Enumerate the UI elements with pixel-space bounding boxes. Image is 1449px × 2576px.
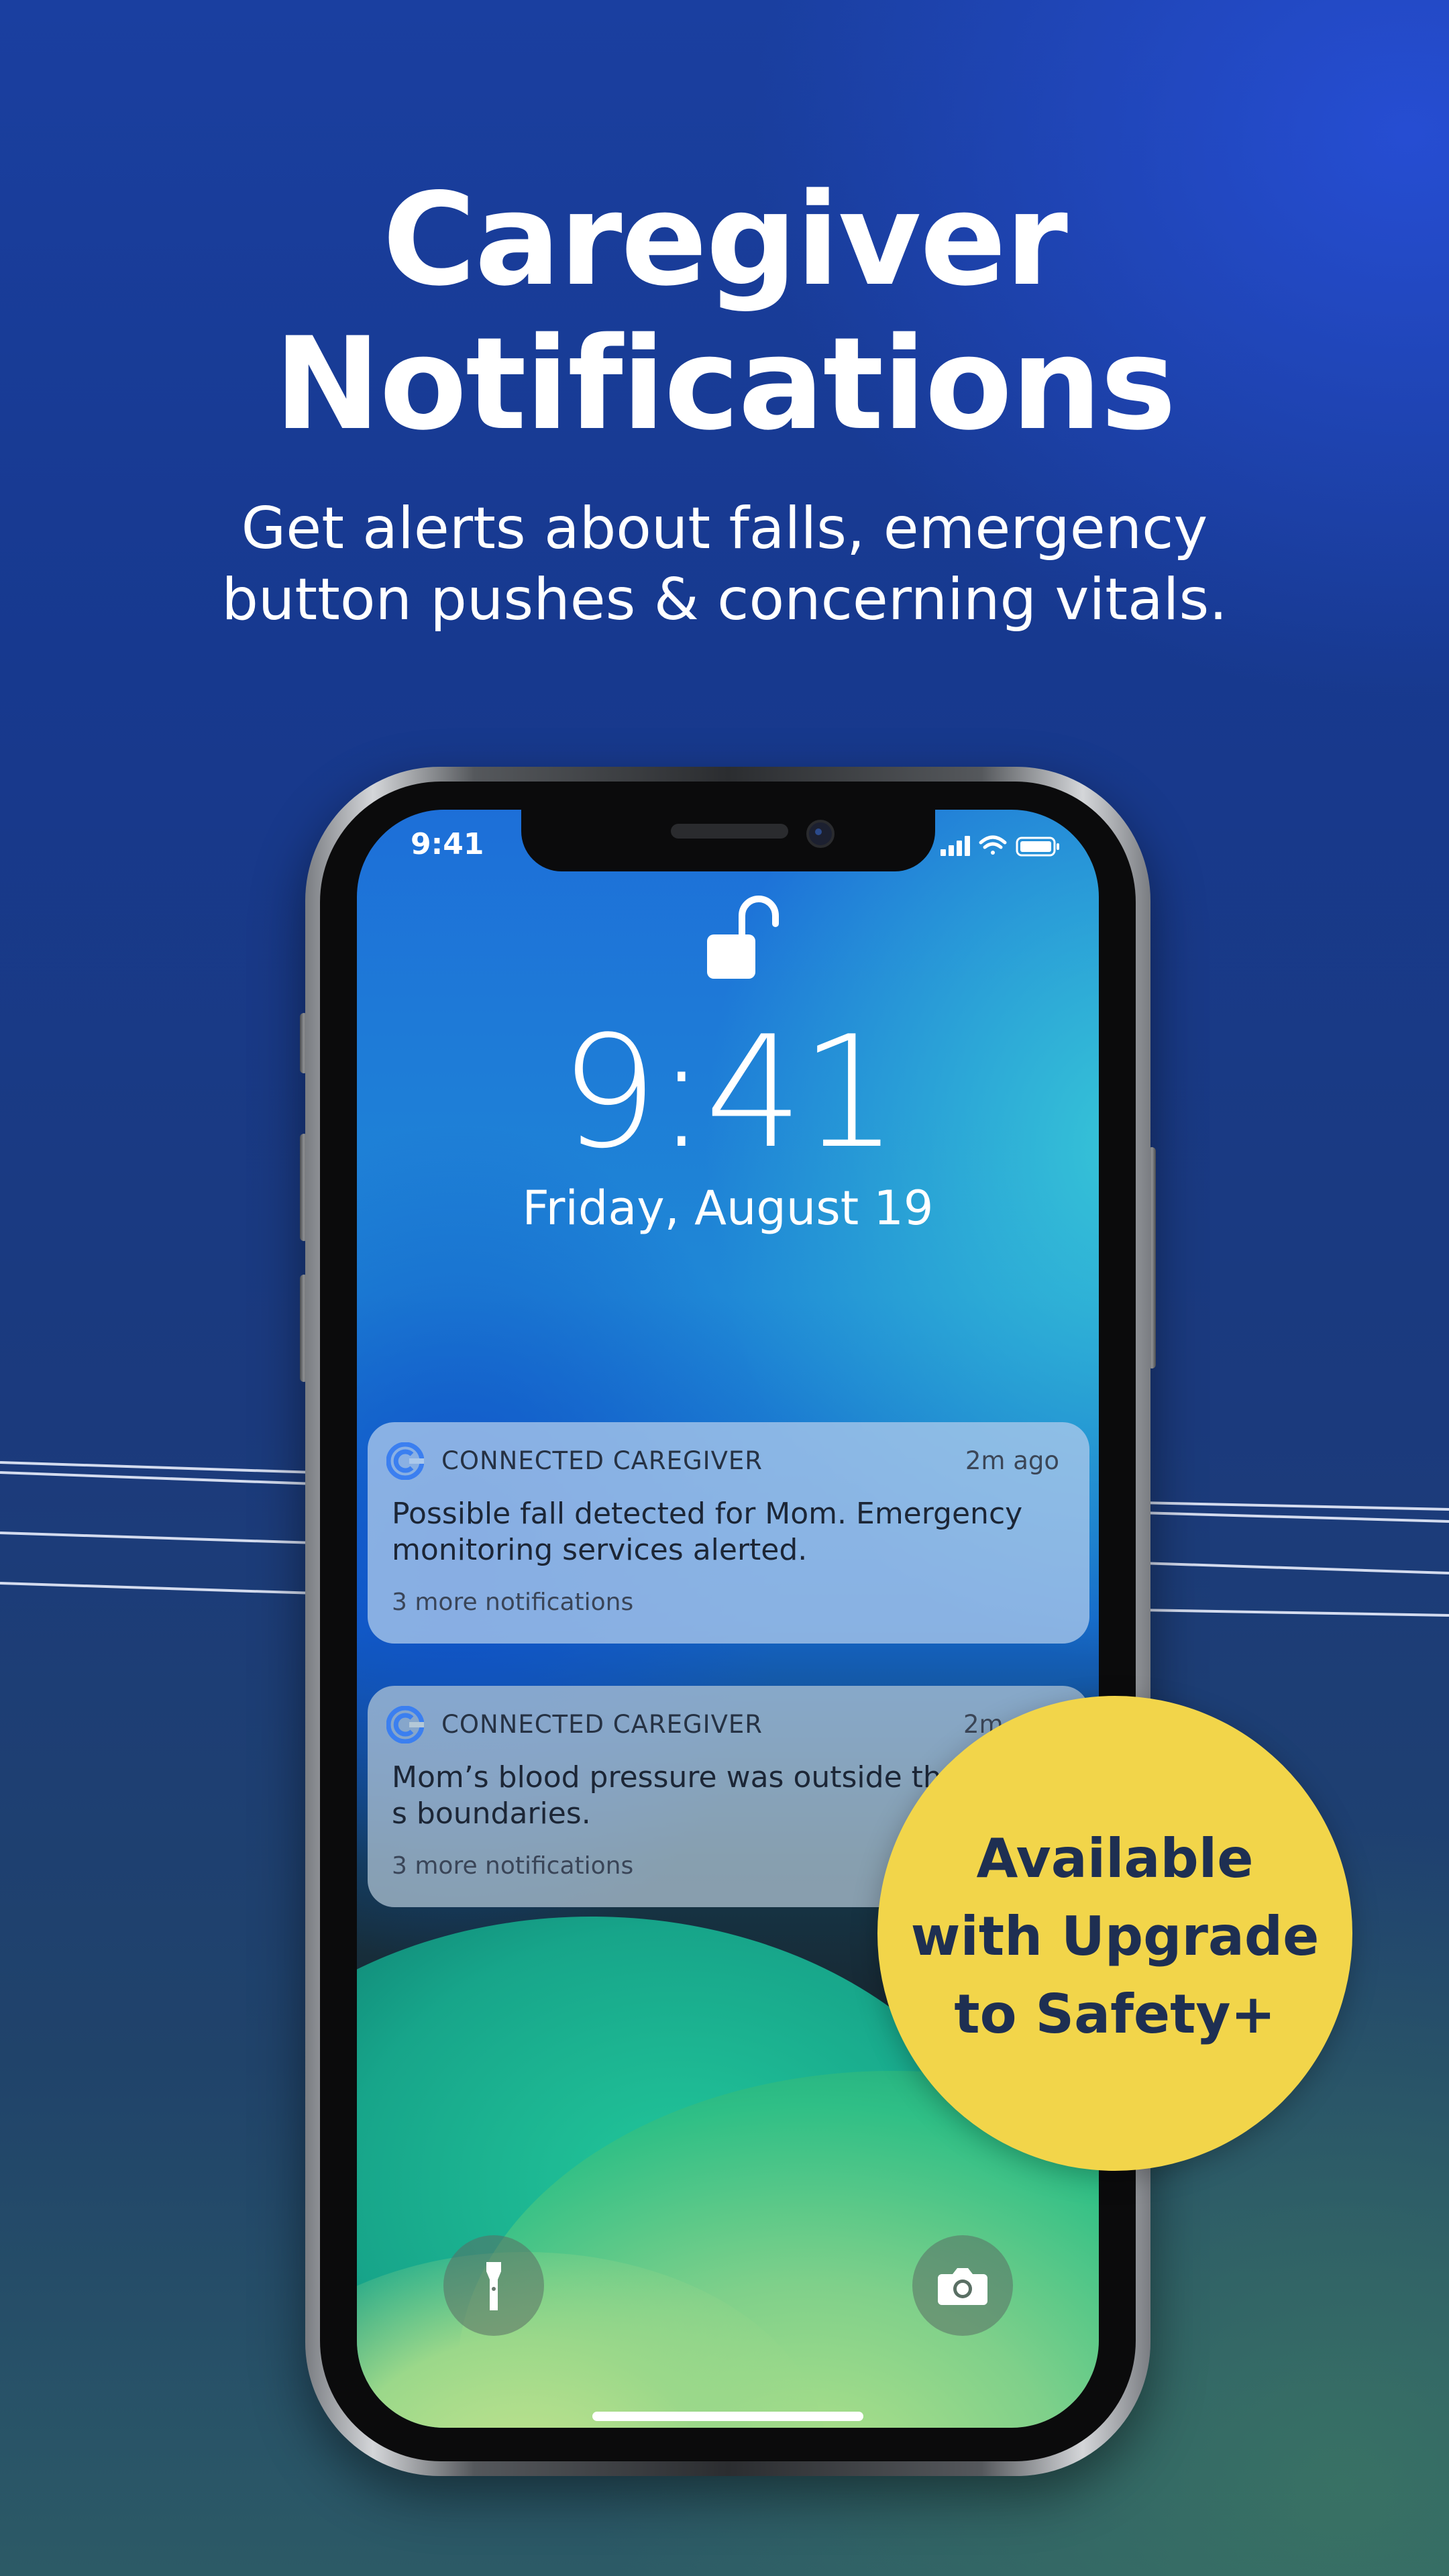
badge-line-1: Available <box>976 1827 1254 1890</box>
subheadline-line-2: button pushes & concerning vitals. <box>221 566 1228 633</box>
camera-button[interactable] <box>912 2235 1013 2336</box>
notification-app-name: CONNECTED CAREGIVER <box>441 1710 763 1739</box>
subheadline-line-1: Get alerts about falls, emergency <box>241 495 1208 562</box>
notification-more-count[interactable]: 3 more notifications <box>392 1589 633 1616</box>
badge-line-3: to Safety+ <box>954 1983 1276 2045</box>
earpiece-speaker <box>671 824 788 839</box>
headline: Caregiver Notifications <box>0 168 1449 456</box>
camera-icon <box>938 2268 987 2305</box>
lock-open-icon <box>707 896 779 979</box>
status-bar-icons <box>941 835 1059 857</box>
status-bar-time: 9:41 <box>411 827 484 861</box>
subheadline: Get alerts about falls, emergency button… <box>0 493 1449 635</box>
lock-screen-date: Friday, August 19 <box>522 1181 934 1236</box>
upgrade-badge-text: Available with Upgrade to Safety+ <box>877 1820 1352 2053</box>
wifi-icon <box>979 835 1007 855</box>
signal-icon <box>941 836 970 856</box>
flashlight-icon <box>486 2262 501 2310</box>
headline-line-2: Notifications <box>274 310 1177 458</box>
notification-app-name: CONNECTED CAREGIVER <box>441 1446 763 1475</box>
home-indicator[interactable] <box>592 2412 863 2421</box>
notification-message: Possible fall detected for Mom. Emergenc… <box>392 1497 1023 1567</box>
notification-card[interactable]: CONNECTED CAREGIVER 2m ago Possible fall… <box>368 1422 1089 1644</box>
front-camera <box>806 820 835 848</box>
upgrade-badge: Available with Upgrade to Safety+ <box>877 1696 1352 2171</box>
phone-notch <box>521 810 935 871</box>
app-logo-icon <box>386 1442 424 1480</box>
app-logo-icon <box>386 1706 424 1743</box>
battery-icon <box>1016 837 1059 857</box>
notification-time: 2m ago <box>965 1446 1059 1475</box>
badge-line-2: with Upgrade <box>910 1905 1320 1968</box>
notification-more-count[interactable]: 3 more notifications <box>392 1852 633 1880</box>
flashlight-button[interactable] <box>443 2235 544 2336</box>
headline-line-1: Caregiver <box>382 166 1068 314</box>
lock-screen-time: 9:41 <box>559 1004 899 1183</box>
